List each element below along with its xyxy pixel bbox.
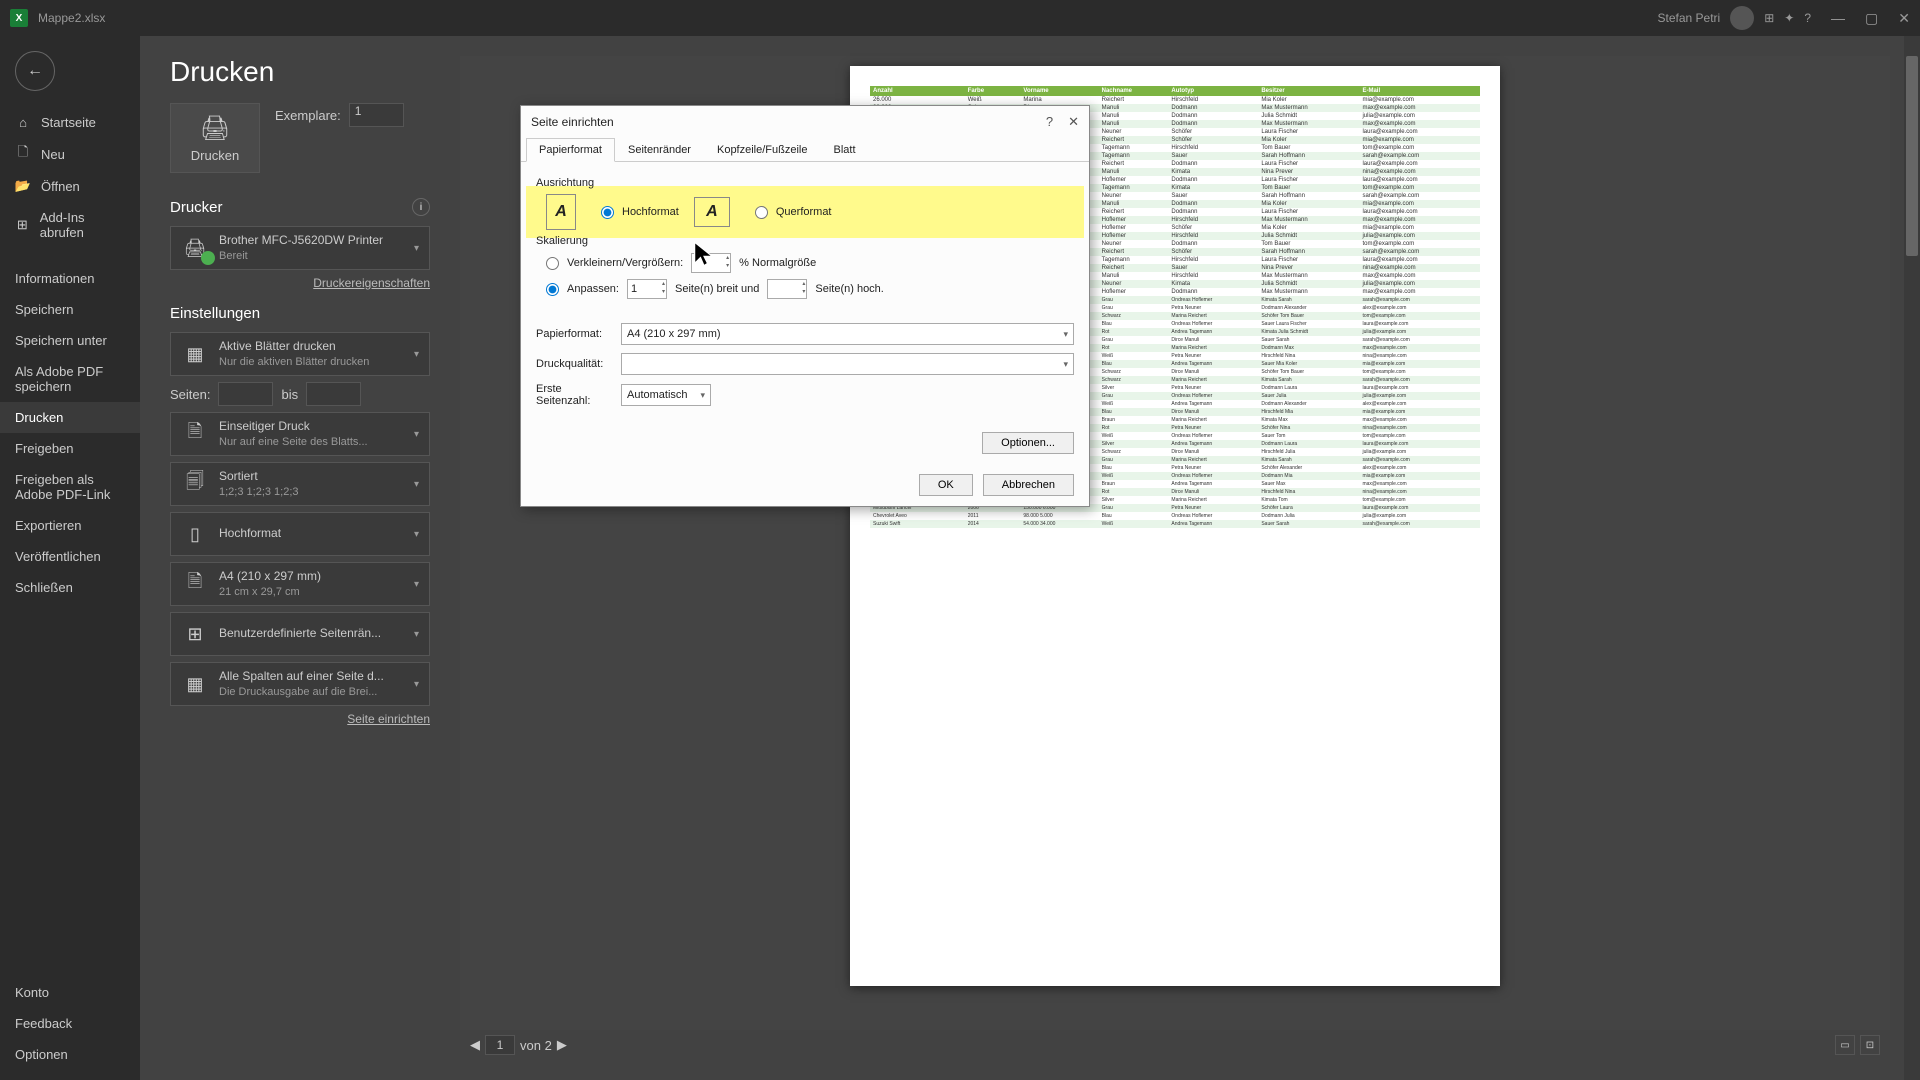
cancel-button[interactable]: Abbrechen: [983, 474, 1074, 496]
dialog-overlay: Seite einrichten ? ✕ PapierformatSeitenr…: [0, 0, 1920, 1080]
adjust-label: Verkleinern/Vergrößern:: [567, 257, 683, 269]
close-icon[interactable]: ✕: [1068, 114, 1079, 130]
page-setup-dialog: Seite einrichten ? ✕ PapierformatSeitenr…: [520, 105, 1090, 507]
ok-button[interactable]: OK: [919, 474, 973, 496]
dialog-title: Seite einrichten: [531, 115, 614, 129]
portrait-radio-input[interactable]: [601, 206, 614, 219]
landscape-radio-input[interactable]: [755, 206, 768, 219]
paper-format-combo[interactable]: A4 (210 x 297 mm): [621, 323, 1074, 345]
dialog-tab-1[interactable]: Seitenränder: [615, 138, 704, 162]
portrait-radio[interactable]: Hochformat: [601, 206, 679, 219]
scaling-group-label: Skalierung: [536, 235, 1074, 247]
portrait-label: Hochformat: [622, 206, 679, 218]
fit-tall-label: Seite(n) hoch.: [815, 283, 883, 295]
options-button[interactable]: Optionen...: [982, 432, 1074, 454]
fit-wide-label: Seite(n) breit und: [675, 283, 759, 295]
dialog-tab-2[interactable]: Kopfzeile/Fußzeile: [704, 138, 821, 162]
landscape-label: Querformat: [776, 206, 832, 218]
first-page-input[interactable]: Automatisch: [621, 384, 711, 406]
fit-radio[interactable]: Anpassen: 1 Seite(n) breit und Seite(n) …: [546, 279, 1074, 299]
landscape-radio[interactable]: Querformat: [755, 206, 832, 219]
adjust-percent-input[interactable]: [691, 253, 731, 273]
dialog-tabs: PapierformatSeitenränderKopfzeile/Fußzei…: [521, 138, 1089, 162]
fit-tall-input[interactable]: [767, 279, 807, 299]
paper-format-label: Papierformat:: [536, 328, 611, 340]
dialog-tab-0[interactable]: Papierformat: [526, 138, 615, 162]
first-page-label: Erste Seitenzahl:: [536, 383, 611, 407]
landscape-icon: A: [694, 197, 730, 227]
adjust-radio-input[interactable]: [546, 257, 559, 270]
print-quality-label: Druckqualität:: [536, 358, 611, 370]
fit-radio-input[interactable]: [546, 283, 559, 296]
normal-size-label: % Normalgröße: [739, 257, 816, 269]
fit-label: Anpassen:: [567, 283, 619, 295]
print-quality-combo[interactable]: [621, 353, 1074, 375]
help-icon[interactable]: ?: [1046, 114, 1053, 130]
portrait-icon: A: [546, 194, 576, 230]
adjust-radio[interactable]: Verkleinern/Vergrößern: % Normalgröße: [546, 253, 1074, 273]
dialog-tab-3[interactable]: Blatt: [820, 138, 868, 162]
fit-wide-input[interactable]: 1: [627, 279, 667, 299]
